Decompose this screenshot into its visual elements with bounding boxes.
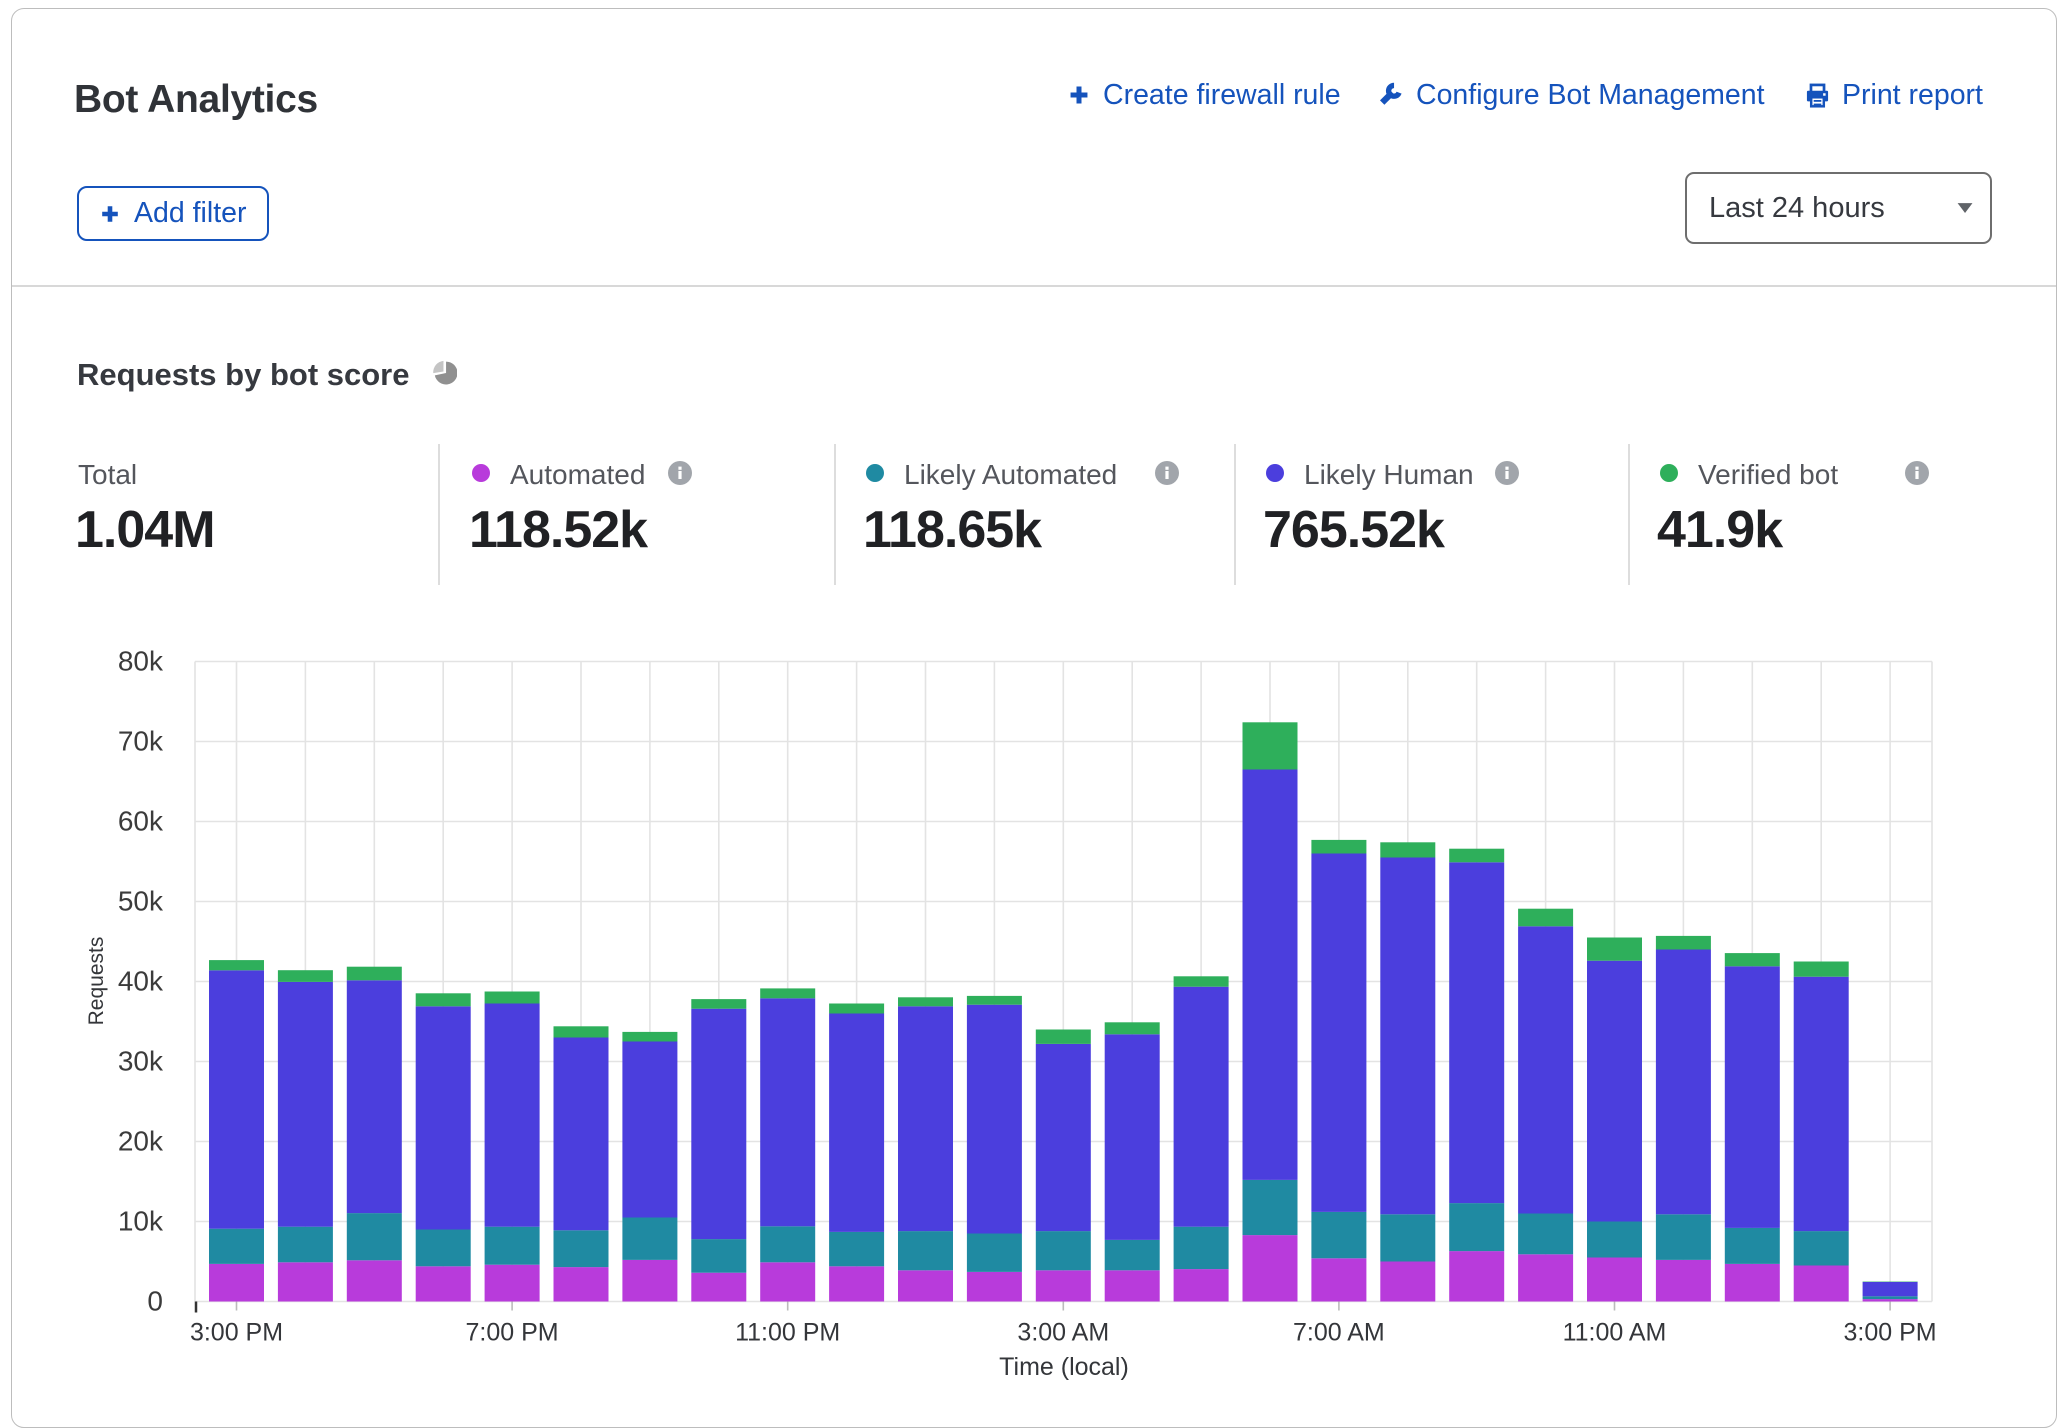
svg-text:50k: 50k: [118, 886, 164, 917]
svg-text:40k: 40k: [118, 966, 164, 997]
svg-text:7:00 AM: 7:00 AM: [1293, 1319, 1385, 1347]
svg-text:Time (local): Time (local): [999, 1353, 1129, 1381]
svg-text:3:00 AM: 3:00 AM: [1017, 1319, 1109, 1347]
svg-text:10k: 10k: [118, 1206, 164, 1237]
svg-text:30k: 30k: [118, 1046, 164, 1077]
svg-text:3:00 PM: 3:00 PM: [1844, 1319, 1937, 1347]
svg-text:Requests: Requests: [85, 937, 108, 1026]
svg-text:11:00 PM: 11:00 PM: [735, 1319, 840, 1347]
svg-text:7:00 PM: 7:00 PM: [466, 1319, 559, 1347]
svg-text:0: 0: [147, 1286, 163, 1317]
svg-text:80k: 80k: [118, 646, 164, 677]
svg-text:70k: 70k: [118, 726, 164, 757]
svg-text:11:00 AM: 11:00 AM: [1563, 1319, 1667, 1347]
svg-text:60k: 60k: [118, 806, 164, 837]
svg-text:3:00 PM: 3:00 PM: [190, 1319, 283, 1347]
svg-text:20k: 20k: [118, 1126, 164, 1157]
